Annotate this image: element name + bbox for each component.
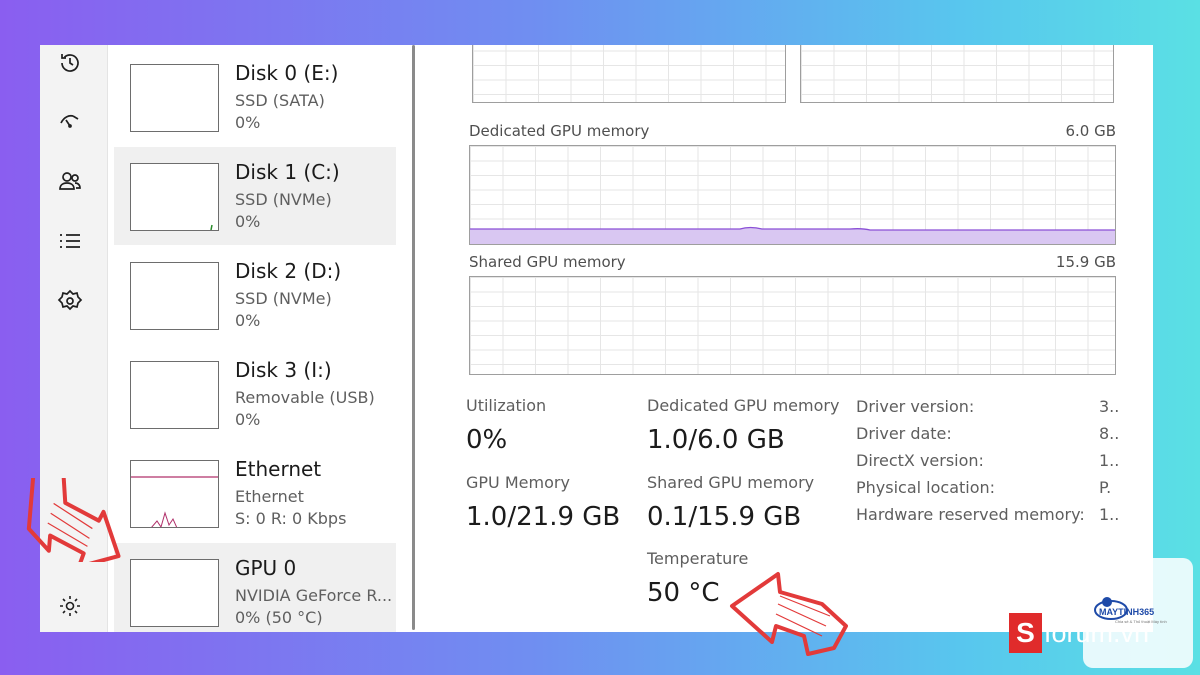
device-disk-0[interactable]: Disk 0 (E:) SSD (SATA) 0%	[114, 48, 396, 146]
temperature-value: 50 °C	[647, 578, 720, 608]
device-thumbnail	[130, 460, 219, 528]
device-thumbnail	[130, 559, 219, 627]
driver-date-value: 8..	[1099, 424, 1120, 443]
device-usage: 0%	[235, 311, 261, 330]
dedicated-graph-label: Dedicated GPU memory	[469, 122, 650, 140]
device-type: Ethernet	[235, 487, 304, 506]
device-usage: 0% (50 °C)	[235, 608, 323, 627]
device-gpu-0[interactable]: GPU 0 NVIDIA GeForce R... 0% (50 °C)	[114, 543, 396, 632]
device-thumbnail	[130, 361, 219, 429]
gpu-memory-value: 1.0/21.9 GB	[466, 502, 621, 532]
device-type: SSD (NVMe)	[235, 289, 332, 308]
directx-version-label: DirectX version:	[856, 451, 984, 470]
device-disk-1[interactable]: Disk 1 (C:) SSD (NVMe) 0%	[114, 147, 396, 245]
device-list-scrollbar[interactable]	[412, 45, 415, 630]
forum-text: forum.vn	[1043, 617, 1149, 648]
history-icon[interactable]	[57, 50, 83, 76]
directx-version-value: 1..	[1099, 451, 1120, 470]
red-arrow-icon	[26, 478, 121, 562]
reserved-memory-label: Hardware reserved memory:	[856, 505, 1085, 524]
shared-memory-graph	[469, 276, 1116, 375]
details-icon[interactable]	[57, 228, 83, 254]
task-manager-window: Disk 0 (E:) SSD (SATA) 0% Disk 1 (C:) SS…	[40, 45, 1153, 632]
shared-graph-label: Shared GPU memory	[469, 253, 626, 271]
users-icon[interactable]	[57, 168, 83, 194]
device-name: Disk 0 (E:)	[235, 61, 339, 85]
device-disk-3[interactable]: Disk 3 (I:) Removable (USB) 0%	[114, 345, 396, 443]
startup-apps-icon[interactable]	[57, 108, 83, 134]
physical-location-value: P.	[1099, 478, 1112, 497]
gpu-memory-label: GPU Memory	[466, 473, 570, 492]
device-usage: 0%	[235, 212, 261, 231]
device-name: Disk 2 (D:)	[235, 259, 342, 283]
device-type: NVIDIA GeForce R...	[235, 586, 393, 605]
device-thumbnail	[130, 262, 219, 330]
physical-location-label: Physical location:	[856, 478, 996, 497]
engine-graph	[472, 45, 786, 103]
device-type: SSD (NVMe)	[235, 190, 332, 209]
device-type: Removable (USB)	[235, 388, 375, 407]
driver-date-label: Driver date:	[856, 424, 952, 443]
gpu-details-pane: Dedicated GPU memory 6.0 GB Shared GPU m…	[426, 45, 1153, 632]
device-ethernet[interactable]: Ethernet Ethernet S: 0 R: 0 Kbps	[114, 444, 396, 542]
device-name: Ethernet	[235, 457, 322, 481]
device-thumbnail	[130, 64, 219, 132]
shared-memory-label: Shared GPU memory	[647, 473, 815, 492]
settings-icon[interactable]	[57, 593, 83, 619]
services-icon[interactable]	[57, 288, 83, 314]
driver-version-value: 3..	[1099, 397, 1120, 416]
dedicated-memory-graph	[469, 145, 1116, 245]
forum-s-logo: S	[1009, 613, 1042, 653]
red-arrow-icon	[730, 572, 848, 656]
device-name: GPU 0	[235, 556, 297, 580]
utilization-value: 0%	[466, 425, 508, 455]
shared-graph-max: 15.9 GB	[1055, 253, 1116, 271]
device-name: Disk 3 (I:)	[235, 358, 332, 382]
dedicated-graph-max: 6.0 GB	[1065, 122, 1116, 140]
driver-version-label: Driver version:	[856, 397, 975, 416]
dedicated-memory-label: Dedicated GPU memory	[647, 396, 840, 415]
engine-graph	[800, 45, 1114, 103]
device-thumbnail	[130, 163, 219, 231]
device-name: Disk 1 (C:)	[235, 160, 340, 184]
dedicated-memory-value: 1.0/6.0 GB	[647, 425, 785, 455]
reserved-memory-value: 1..	[1099, 505, 1120, 524]
device-usage: 0%	[235, 113, 261, 132]
device-list: Disk 0 (E:) SSD (SATA) 0% Disk 1 (C:) SS…	[109, 45, 399, 632]
utilization-label: Utilization	[466, 396, 547, 415]
forum-watermark: S forum.vn	[1009, 612, 1149, 654]
device-type: SSD (SATA)	[235, 91, 325, 110]
device-usage: S: 0 R: 0 Kbps	[235, 509, 347, 528]
temperature-label: Temperature	[647, 549, 749, 568]
shared-memory-value: 0.1/15.9 GB	[647, 502, 802, 532]
device-usage: 0%	[235, 410, 261, 429]
device-disk-2[interactable]: Disk 2 (D:) SSD (NVMe) 0%	[114, 246, 396, 344]
